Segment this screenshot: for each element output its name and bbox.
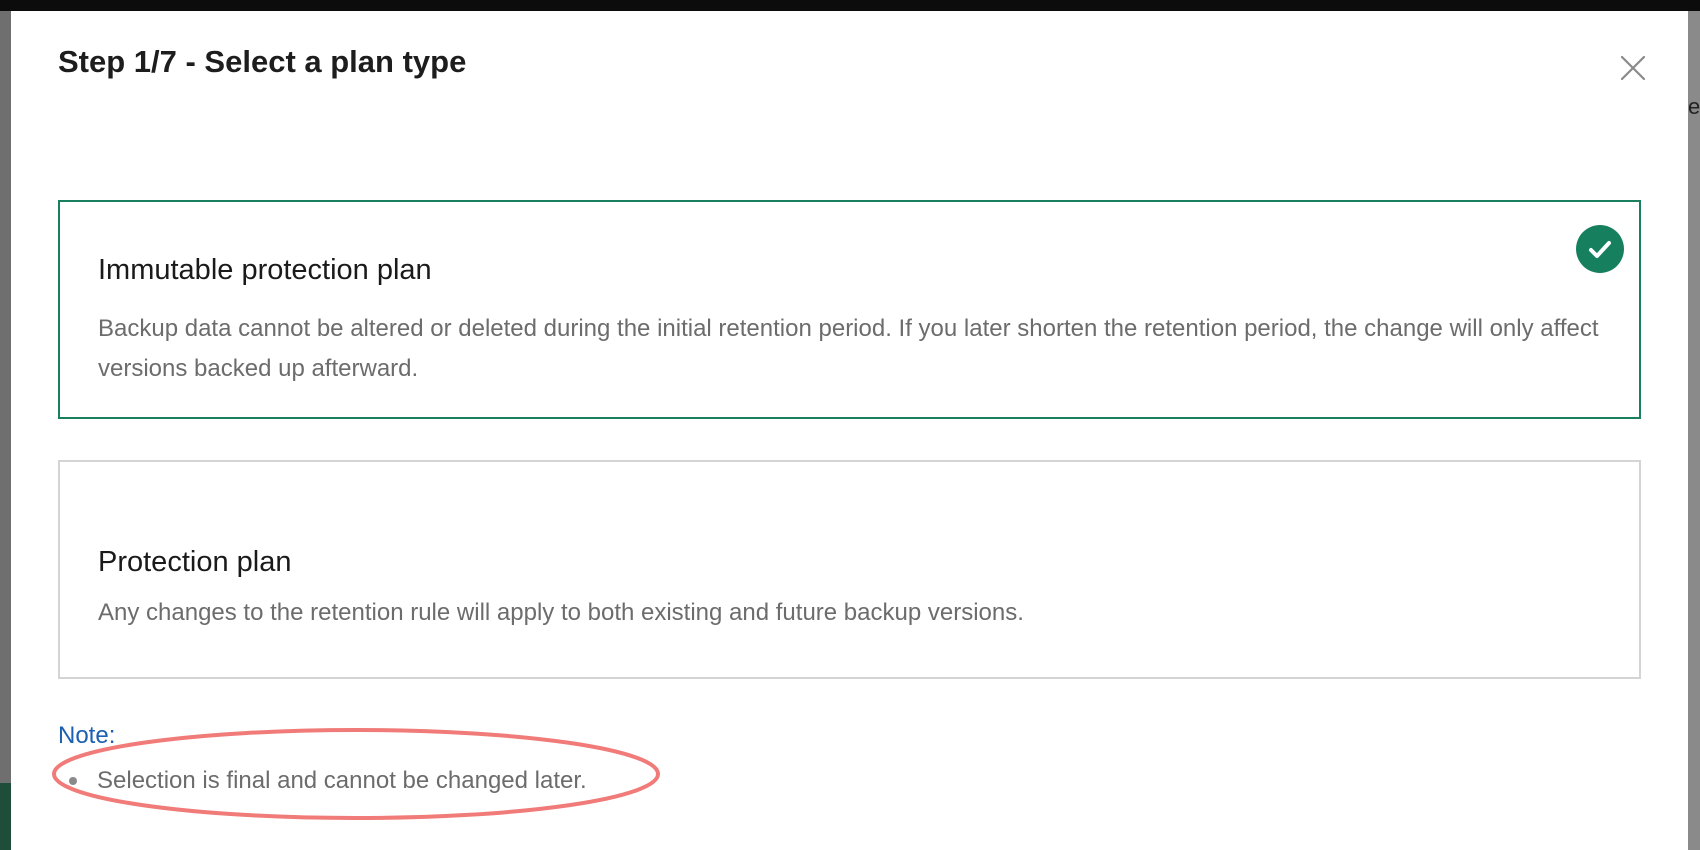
background-left-edge: [0, 11, 11, 850]
background-left-accent: [0, 783, 11, 850]
note-item-text: Selection is final and cannot be changed…: [97, 767, 587, 794]
background-partial-text: e: [1688, 94, 1700, 119]
plan-type-dialog: Step 1/7 - Select a plan type Immutable …: [11, 11, 1688, 850]
plan-option-protection[interactable]: Protection plan Any changes to the reten…: [58, 460, 1641, 679]
plan-option-description: Any changes to the retention rule will a…: [98, 599, 1024, 626]
dialog-title: Step 1/7 - Select a plan type: [58, 44, 467, 79]
note-list: Selection is final and cannot be changed…: [58, 759, 587, 803]
plan-option-immutable-protection[interactable]: Immutable protection plan Backup data ca…: [58, 200, 1641, 419]
plan-option-description: Backup data cannot be altered or deleted…: [98, 315, 1599, 382]
background-top-bar: [0, 0, 1700, 11]
background-right-edge: [1688, 11, 1700, 850]
checkmark-icon: [1589, 241, 1611, 258]
plan-option-title: Immutable protection plan: [98, 254, 432, 286]
close-button[interactable]: [1618, 53, 1648, 83]
selected-badge: [1576, 225, 1624, 273]
note-item: Selection is final and cannot be changed…: [58, 759, 587, 803]
plan-option-title: Protection plan: [98, 546, 292, 578]
bullet-icon: [69, 777, 77, 785]
note-label: Note:: [58, 722, 116, 749]
close-icon: [1620, 55, 1646, 81]
